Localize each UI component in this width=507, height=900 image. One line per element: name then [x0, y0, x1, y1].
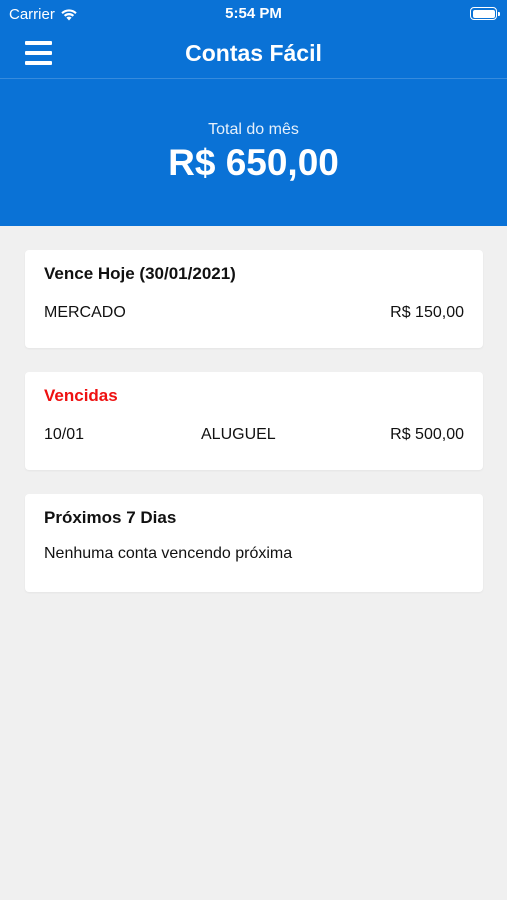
due-today-title: Vence Hoje (30/01/2021) — [44, 264, 236, 283]
empty-message: Nenhuma conta vencendo próxima — [44, 545, 293, 562]
month-total-banner: Total do mês R$ 650,00 — [0, 79, 507, 226]
navigation-bar: Contas Fácil — [0, 28, 507, 79]
bill-value: R$ 150,00 — [390, 304, 464, 321]
month-total-amount: R$ 650,00 — [168, 142, 339, 183]
bill-name: MERCADO — [44, 304, 126, 321]
next-7-days-title: Próximos 7 Dias — [44, 508, 177, 527]
bill-value: R$ 500,00 — [390, 426, 464, 443]
empty-message-row: Nenhuma conta vencendo próxima — [44, 545, 464, 565]
battery-icon — [470, 7, 500, 20]
app-title: Contas Fácil — [185, 40, 322, 66]
next-7-days-card: Próximos 7 Dias Nenhuma conta vencendo p… — [25, 494, 483, 592]
overdue-card: Vencidas 10/01 ALUGUEL R$ 500,00 — [25, 372, 483, 470]
bill-row[interactable]: 10/01 ALUGUEL R$ 500,00 — [44, 426, 464, 446]
month-total-label: Total do mês — [208, 121, 299, 138]
status-bar: Carrier 5:54 PM — [0, 0, 507, 28]
status-time: 5:54 PM — [225, 5, 282, 22]
due-today-card: Vence Hoje (30/01/2021) MERCADO R$ 150,0… — [25, 250, 483, 348]
overdue-title: Vencidas — [44, 386, 118, 405]
bill-name: ALUGUEL — [201, 426, 276, 443]
bill-row[interactable]: MERCADO R$ 150,00 — [44, 304, 464, 324]
bill-date: 10/01 — [44, 426, 85, 443]
